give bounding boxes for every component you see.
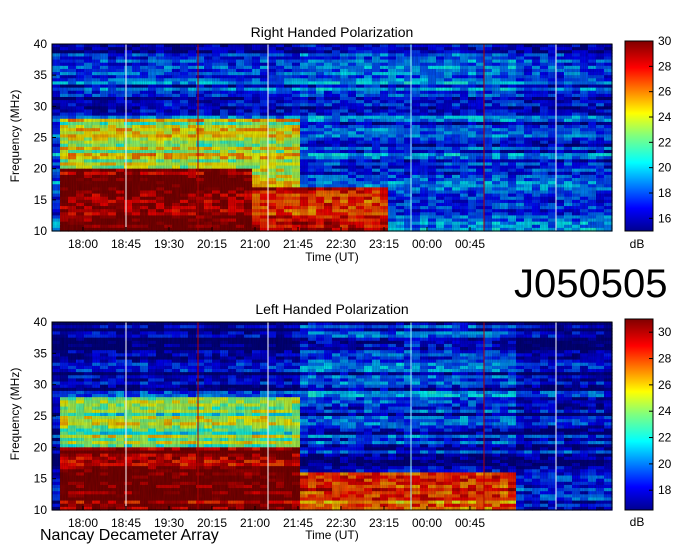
spectrogram-plot [51,43,613,232]
colorbar-tick-label: 18 [658,186,672,200]
colorbar-tick-label: 24 [658,110,672,124]
spectrogram-texture [52,44,612,231]
x-axis-label: Time (UT) [305,250,359,264]
colorbar-unit-label: dB [630,237,645,251]
x-tick-label: 23:15 [369,237,399,251]
panel-title: Left Handed Polarization [255,301,408,317]
spectrogram-plot [51,321,613,511]
y-tick-label: 25 [34,131,48,145]
colorbar-tick-label: 20 [658,161,672,175]
x-tick-label: 21:00 [240,237,270,251]
panel-title: Right Handed Polarization [251,24,414,40]
x-tick-label: 19:30 [154,237,184,251]
y-axis-label: Frequency (MHz) [8,90,22,183]
colorbar-tick-label: 30 [658,34,672,48]
colorbar-tick-label: 28 [658,59,672,73]
x-tick-label: 22:30 [326,237,356,251]
y-tick-label: 30 [34,99,48,113]
colorbar-tick-label: 16 [658,211,672,225]
y-tick-label: 20 [34,162,48,176]
x-tick-label: 00:45 [455,237,485,251]
x-tick-label: 00:00 [412,237,442,251]
colorbar: 16 18 20 22 24 26 28 30 [624,34,672,232]
y-tick-label: 15 [34,193,48,207]
x-tick-label: 20:15 [197,237,227,251]
x-tick-label: 18:45 [111,237,141,251]
panel-left-handed: Left Handed Polarization 18:00 18:45 19:30… [8,301,672,542]
panel-right-handed: Right Handed Polarization 18:00 18:45 19:3… [8,24,672,264]
x-tick-label: 21:45 [283,237,313,251]
x-tick-label: 18:00 [68,237,98,251]
colorbar-gradient [624,40,654,232]
colorbar-tick-label: 22 [658,135,672,149]
colorbar-tick-label: 26 [658,85,672,99]
y-tick-label: 10 [34,224,48,238]
y-tick-label: 40 [34,37,48,51]
y-tick-label: 35 [34,68,48,82]
